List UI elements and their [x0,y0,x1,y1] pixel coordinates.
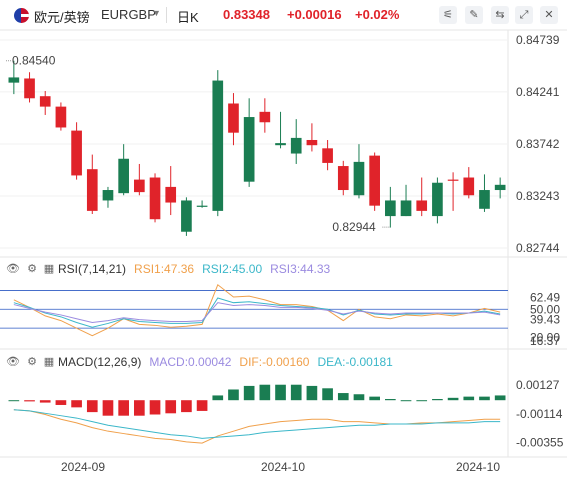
gear-icon[interactable]: ⚙ [26,263,38,275]
candle-body[interactable] [212,80,224,211]
macd-bar [322,388,333,401]
macd-bar [228,389,239,401]
candle-body[interactable] [479,190,490,209]
macd-bar [369,396,380,401]
high-label: 0.84540 [12,54,56,68]
macd-tick-label: 0.00127 [516,378,560,392]
candle-body[interactable] [259,111,271,123]
rsi2-legend: RSI2:45.00 [202,262,263,276]
macd-bar [86,400,98,413]
macd-bar [118,400,129,416]
macd-bar [181,400,192,413]
macd-bar [275,384,286,401]
candle-body[interactable] [416,200,428,211]
rsi-title: RSI(7,14,21) [58,262,127,276]
macd-bar [149,400,161,415]
macd-bar [494,395,506,401]
macd-bar [479,396,490,401]
candle-body[interactable] [494,184,506,191]
date-tick-label: 2024-10 [261,460,305,474]
macd-bar [8,400,20,402]
candle-body[interactable] [432,182,443,217]
candle-body[interactable] [400,200,412,217]
price-tick-label: 0.84739 [516,33,560,47]
candle-body[interactable] [337,166,349,191]
candle-body[interactable] [24,78,35,99]
macd-bar [447,397,459,401]
price-tick-label: 0.83243 [516,189,560,203]
candle-body[interactable] [149,177,161,220]
candle-body[interactable] [118,158,129,194]
macd-bar [212,395,224,401]
macd-bar [353,394,365,401]
candle-body[interactable] [447,179,459,181]
macd-bar [102,400,114,416]
candle-body[interactable] [8,77,20,83]
date-tick-label: 2024-10 [456,460,500,474]
macd-bar [134,400,145,416]
candle-body[interactable] [275,143,286,146]
macd-bar [196,400,208,411]
macd-bar [416,400,428,402]
macd-bar [290,384,302,401]
rsi3-legend: RSI3:44.33 [270,262,331,276]
rsi-tick-label: 39.43 [530,312,560,326]
macd-bar [385,399,396,401]
eye-icon[interactable]: 👁 [6,263,20,275]
dif-legend: DIF:-0.00160 [239,355,310,369]
candle-body[interactable] [71,130,82,176]
price-tick-label: 0.82744 [516,241,560,255]
macd-bar [55,400,67,405]
macd-tick-label: -0.00355 [516,435,564,449]
candle-body[interactable] [243,117,255,182]
candle-body[interactable] [196,205,208,207]
candle-body[interactable] [165,186,177,203]
candle-body[interactable] [322,148,333,163]
macd-bar [39,400,51,403]
dif-line [13,409,501,444]
candle-body[interactable] [134,179,145,193]
macd-tick-label: -0.00114 [516,407,563,421]
rsi-panel-header: 👁 ⚙ ▦ RSI(7,14,21) RSI1:47.36 RSI2:45.00… [6,260,330,278]
bar-chart-icon: ▦ [43,263,55,275]
macd-bar [165,400,177,414]
date-tick-label: 2024-09 [61,460,105,474]
macd-bar [337,393,349,401]
rsi-line-3 [13,302,501,323]
candle-body[interactable] [102,190,114,201]
dea-line [13,409,501,439]
bar-chart-icon: ▦ [43,356,55,368]
candle-body[interactable] [353,161,365,196]
macd-bar [243,385,255,401]
macd-bar [432,399,443,401]
chart-canvas[interactable]: 0.84540 0.82944 0.84739 0.84241 0.83742 0.83… [0,0,567,478]
candle-body[interactable] [181,200,192,232]
macd-panel-header: 👁 ⚙ ▦ MACD(12,26,9) MACD:0.00042 DIF:-0.… [6,353,393,371]
price-tick-label: 0.84241 [516,85,560,99]
eye-icon[interactable]: 👁 [6,356,20,368]
price-tick-label: 0.83742 [516,137,560,151]
macd-bar [71,400,82,408]
candle-body[interactable] [463,177,475,196]
macd-legend: MACD:0.00042 [149,355,232,369]
macd-bar [400,400,412,402]
macd-bar [463,396,475,401]
candle-body[interactable] [228,103,239,133]
candle-body[interactable] [385,200,396,217]
low-label: 0.82944 [332,220,376,234]
candle-body[interactable] [369,155,380,206]
dea-legend: DEA:-0.00181 [317,355,393,369]
macd-bar [24,400,35,402]
rsi-tick-label: 16.37 [530,334,560,348]
candle-body[interactable] [39,96,51,107]
candle-body[interactable] [86,169,98,211]
gear-icon[interactable]: ⚙ [26,356,38,368]
macd-title: MACD(12,26,9) [58,355,142,369]
rsi1-legend: RSI1:47.36 [134,262,195,276]
candle-body[interactable] [290,137,302,154]
macd-bar [306,385,318,401]
candle-body[interactable] [306,139,318,146]
candle-body[interactable] [55,106,67,128]
macd-bar [259,384,271,401]
